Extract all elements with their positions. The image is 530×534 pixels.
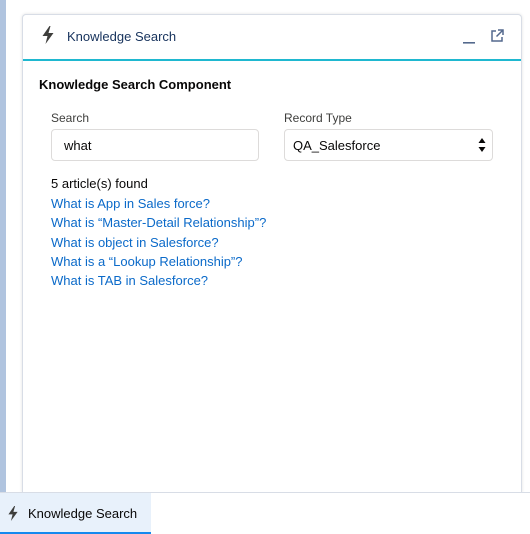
panel-header: Knowledge Search	[23, 15, 521, 61]
utility-tab-label: Knowledge Search	[28, 506, 138, 521]
list-item: What is App in Sales force?	[51, 194, 266, 213]
component-title: Knowledge Search Component	[39, 77, 232, 92]
utility-tab-knowledge-search[interactable]: Knowledge Search	[0, 493, 151, 534]
results-count: 5 article(s) found	[51, 176, 148, 191]
result-link-app[interactable]: What is App in Sales force?	[51, 196, 210, 211]
list-item: What is “Master-Detail Relationship”?	[51, 213, 266, 232]
results-list: What is App in Sales force? What is “Mas…	[51, 194, 266, 290]
search-input[interactable]	[51, 129, 259, 161]
record-type-selected-value: QA_Salesforce	[293, 138, 381, 153]
list-item: What is TAB in Salesforce?	[51, 271, 266, 290]
result-link-lookup[interactable]: What is a “Lookup Relationship”?	[51, 254, 243, 269]
minimize-icon[interactable]	[461, 29, 477, 45]
knowledge-search-panel: Knowledge Search Knowledge Search Compon…	[22, 14, 522, 493]
list-item: What is a “Lookup Relationship”?	[51, 252, 266, 271]
search-label: Search	[51, 111, 90, 125]
record-type-label: Record Type	[284, 111, 352, 125]
popout-icon[interactable]	[489, 28, 505, 44]
lightning-bolt-icon	[8, 506, 18, 521]
utility-bar: Knowledge Search	[0, 492, 530, 534]
record-type-select[interactable]: QA_Salesforce	[284, 129, 493, 161]
lightning-bolt-icon	[42, 26, 54, 44]
panel-title: Knowledge Search	[67, 29, 177, 44]
list-item: What is object in Salesforce?	[51, 233, 266, 252]
select-arrows-icon	[478, 138, 486, 152]
result-link-master-detail[interactable]: What is “Master-Detail Relationship”?	[51, 215, 266, 230]
result-link-tab[interactable]: What is TAB in Salesforce?	[51, 273, 208, 288]
result-link-object[interactable]: What is object in Salesforce?	[51, 235, 219, 250]
